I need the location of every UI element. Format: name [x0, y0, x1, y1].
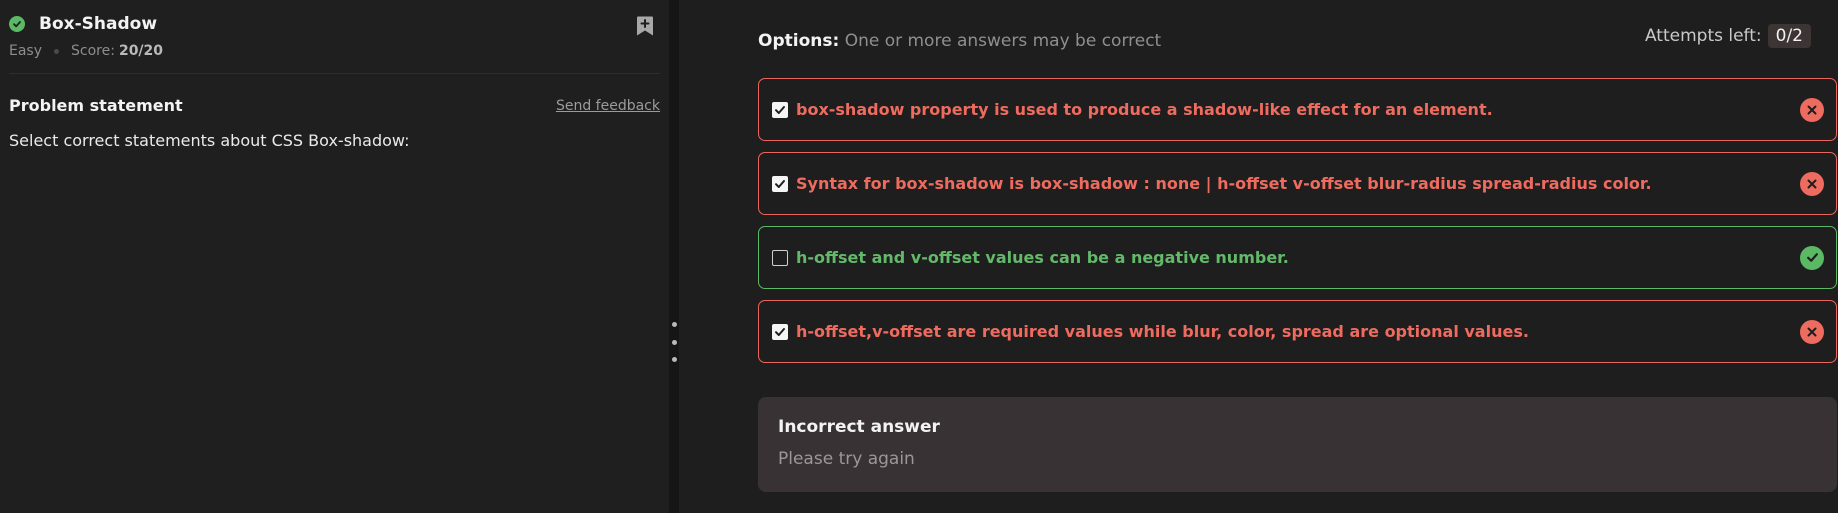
- result-title: Incorrect answer: [778, 417, 940, 437]
- bookmark-add-icon[interactable]: [636, 15, 654, 37]
- checkbox-checked[interactable]: [772, 323, 788, 340]
- solved-check-icon: [9, 16, 25, 32]
- option-4[interactable]: h-offset,v-offset are required values wh…: [758, 300, 1837, 363]
- send-feedback-link[interactable]: Send feedback: [556, 98, 660, 114]
- app-root: Box-Shadow Easy Score: 20/20 Problem sta…: [0, 0, 1838, 513]
- problem-title: Box-Shadow: [39, 14, 158, 34]
- option-2[interactable]: Syntax for box-shadow is box-shadow : no…: [758, 152, 1837, 215]
- wrong-x-icon: [1800, 171, 1824, 196]
- option-1[interactable]: box-shadow property is used to produce a…: [758, 78, 1837, 141]
- header-divider: [9, 73, 660, 74]
- checkbox-checked[interactable]: [772, 101, 788, 118]
- wrong-x-icon: [1800, 97, 1824, 122]
- checkbox-unchecked[interactable]: [772, 249, 788, 266]
- attempts-indicator: Attempts left: 0/2: [1645, 24, 1811, 48]
- result-subtitle: Please try again: [778, 449, 915, 469]
- option-text: box-shadow property is used to produce a…: [796, 100, 1493, 119]
- problem-panel: Box-Shadow Easy Score: 20/20 Problem sta…: [0, 0, 669, 513]
- attempts-label: Attempts left:: [1644, 26, 1762, 46]
- checkbox-checked[interactable]: [772, 175, 788, 192]
- option-3[interactable]: h-offset and v-offset values can be a ne…: [758, 226, 1837, 289]
- panel-splitter[interactable]: [669, 0, 679, 513]
- attempts-value: 0/2: [1767, 24, 1811, 48]
- problem-statement-heading: Problem statement: [9, 96, 183, 115]
- problem-statement-text: Select correct statements about CSS Box-…: [9, 131, 410, 150]
- options-header: Options: One or more answers may be corr…: [758, 31, 1161, 51]
- option-text: h-offset and v-offset values can be a ne…: [796, 248, 1289, 267]
- options-hint: One or more answers may be correct: [844, 31, 1162, 51]
- wrong-x-icon: [1800, 319, 1824, 344]
- drag-handle-icon[interactable]: [671, 322, 677, 362]
- problem-statement-header: Problem statement Send feedback: [9, 96, 660, 115]
- option-text: Syntax for box-shadow is box-shadow : no…: [796, 174, 1652, 193]
- correct-check-icon: [1800, 245, 1824, 270]
- option-text: h-offset,v-offset are required values wh…: [796, 322, 1529, 341]
- problem-header: Box-Shadow: [9, 0, 660, 52]
- options-label: Options:: [758, 31, 840, 51]
- result-banner: Incorrect answer Please try again: [758, 397, 1837, 492]
- answer-panel: Options: One or more answers may be corr…: [679, 0, 1838, 513]
